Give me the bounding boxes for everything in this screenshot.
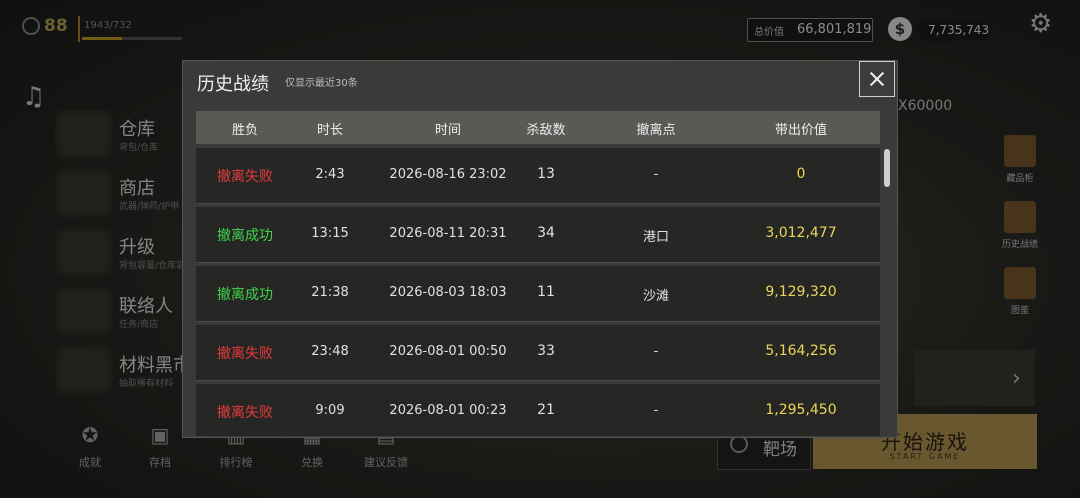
cell-extracted-value: 0 [796, 166, 806, 182]
cell-duration: 9:09 [315, 403, 345, 418]
cell-extraction-point: 沙滩 [642, 289, 669, 304]
cell-kills: 13 [537, 166, 555, 182]
cell-time: 2026-08-03 18:03 [389, 285, 507, 300]
cell-result: 撤离成功 [217, 287, 273, 303]
cell-result: 撤离失败 [217, 346, 273, 362]
cell-duration: 2:43 [315, 167, 345, 182]
cell-kills: 21 [537, 402, 555, 418]
history-row[interactable]: 撤离失败 2:43 2026-08-16 23:02 13 - 0 [196, 148, 880, 204]
cell-extracted-value: 3,012,477 [765, 225, 837, 241]
cell-time: 2026-08-01 00:23 [389, 403, 507, 418]
column-header-kills: 杀敌数 [526, 123, 566, 138]
scrollbar-thumb[interactable] [884, 149, 890, 187]
cell-extraction-point: - [653, 167, 659, 182]
cell-kills: 11 [537, 284, 555, 300]
cell-extraction-point: - [653, 344, 659, 359]
cell-kills: 34 [537, 225, 555, 241]
cell-result: 撤离失败 [217, 169, 273, 185]
table-header: 胜负 时长 时间 杀敌数 撤离点 带出价值 [196, 111, 880, 144]
history-dialog: 历史战绩 仅显示最近30条 胜负 时长 时间 杀敌数 撤离点 带出价值 撤离失败… [182, 60, 898, 438]
cell-duration: 13:15 [311, 226, 349, 241]
column-header-extraction: 撤离点 [636, 123, 676, 138]
cell-time: 2026-08-01 00:50 [389, 344, 507, 359]
dialog-title: 历史战绩 [197, 74, 269, 95]
cell-extracted-value: 9,129,320 [765, 284, 837, 300]
close-icon [860, 62, 894, 96]
cell-time: 2026-08-11 20:31 [389, 226, 507, 241]
column-header-value: 带出价值 [774, 123, 827, 138]
cell-result: 撤离成功 [217, 228, 273, 244]
close-button[interactable] [859, 61, 895, 97]
history-row[interactable]: 撤离成功 21:38 2026-08-03 18:03 11 沙滩 9,129,320 [196, 266, 880, 322]
cell-extraction-point: 港口 [642, 230, 669, 245]
cell-extraction-point: - [653, 403, 659, 418]
scrollbar[interactable] [883, 148, 891, 436]
cell-extracted-value: 1,295,450 [765, 402, 837, 418]
column-header-duration: 时长 [316, 123, 343, 138]
cell-duration: 21:38 [311, 285, 349, 300]
cell-time: 2026-08-16 23:02 [389, 167, 507, 182]
cell-duration: 23:48 [311, 344, 349, 359]
column-header-time: 时间 [434, 123, 461, 138]
history-table-body[interactable]: 撤离失败 2:43 2026-08-16 23:02 13 - 0 撤离成功 13:15 202… [196, 148, 880, 436]
dialog-subtitle: 仅显示最近30条 [285, 78, 358, 89]
history-row[interactable]: 撤离成功 13:15 2026-08-11 20:31 34 港口 3,012,477 [196, 207, 880, 263]
cell-result: 撤离失败 [217, 405, 273, 421]
history-row[interactable]: 撤离失败 9:09 2026-08-01 00:23 21 - 1,295,450 [196, 384, 880, 436]
column-header-result: 胜负 [231, 123, 258, 138]
cell-kills: 33 [537, 343, 555, 359]
history-row[interactable]: 撤离失败 23:48 2026-08-01 00:50 33 - 5,164,256 [196, 325, 880, 381]
dialog-header: 历史战绩 仅显示最近30条 [183, 61, 897, 101]
cell-extracted-value: 5,164,256 [765, 343, 837, 359]
